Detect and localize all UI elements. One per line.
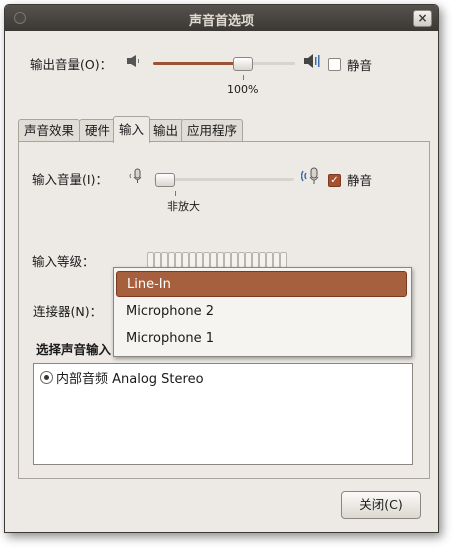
input-level-segment [245, 252, 252, 268]
output-mute-checkbox[interactable] [328, 58, 341, 71]
connector-dropdown-menu[interactable]: Line-In Microphone 2 Microphone 1 [113, 267, 412, 357]
input-level-segment [175, 252, 182, 268]
input-level-segment [259, 252, 266, 268]
input-level-segment [238, 252, 245, 268]
tab-input[interactable]: 输入 [113, 116, 151, 143]
input-level-segment [154, 252, 161, 268]
window-title: 声音首选项 [188, 14, 254, 29]
output-volume-percent: 100% [227, 83, 259, 96]
input-level-segment [224, 252, 231, 268]
input-level-segment [182, 252, 189, 268]
sound-preferences-window: 声音首选项 × 输出音量(O)： 100% 静音 声音效果 硬件 输入 输出 应… [4, 4, 439, 533]
tab-sound-effects[interactable]: 声音效果 [18, 119, 81, 142]
microphone-high-icon [301, 167, 323, 185]
input-level-segment [168, 252, 175, 268]
output-volume-fill [153, 62, 243, 65]
input-volume-slider[interactable] [155, 173, 175, 187]
output-volume-label: 输出音量(O)： [30, 57, 113, 72]
connector-option-line-in[interactable]: Line-In [116, 271, 407, 297]
speaker-high-icon [303, 53, 321, 69]
output-mute-label: 静音 [347, 58, 373, 73]
input-level-segment [161, 252, 168, 268]
input-level-segment [189, 252, 196, 268]
device-radio[interactable] [40, 371, 53, 384]
close-window-button[interactable]: × [413, 10, 432, 27]
input-level-segment [252, 252, 259, 268]
input-level-segment [196, 252, 203, 268]
input-level-segment [203, 252, 210, 268]
title-bar[interactable]: 声音首选项 × [5, 5, 438, 31]
speaker-low-icon [126, 54, 142, 68]
select-input-heading: 选择声音输入 [36, 342, 112, 357]
tab-applications[interactable]: 应用程序 [181, 119, 244, 142]
microphone-low-icon [127, 168, 143, 184]
input-level-label: 输入等级： [32, 254, 95, 269]
output-volume-tick [243, 75, 244, 80]
input-level-segment [280, 252, 287, 268]
input-level-segment [231, 252, 238, 268]
input-level-segment [266, 252, 273, 268]
input-mute-label: 静音 [347, 173, 373, 188]
input-device-list[interactable]: 内部音频 Analog Stereo [33, 363, 413, 465]
input-level-segment [210, 252, 217, 268]
input-level-segment [147, 252, 154, 268]
unamplified-label: 非放大 [167, 200, 200, 213]
tab-output[interactable]: 输出 [147, 119, 185, 142]
input-mute-checkbox[interactable]: ✓ [328, 174, 341, 187]
tab-hardware[interactable]: 硬件 [79, 119, 117, 142]
input-unamplified-tick [175, 191, 176, 196]
connector-option-microphone-2[interactable]: Microphone 2 [116, 299, 407, 325]
connector-label: 连接器(N)： [33, 304, 103, 319]
input-level-segment [273, 252, 280, 268]
input-volume-track[interactable] [154, 178, 294, 181]
connector-option-microphone-1[interactable]: Microphone 1 [116, 326, 407, 352]
output-volume-slider[interactable] [233, 57, 253, 71]
close-button[interactable]: 关闭(C) [341, 491, 421, 519]
input-volume-label: 输入音量(I)： [32, 172, 108, 187]
device-radio-dot [44, 375, 49, 380]
device-label[interactable]: 内部音频 Analog Stereo [56, 368, 204, 387]
input-level-segment [217, 252, 224, 268]
